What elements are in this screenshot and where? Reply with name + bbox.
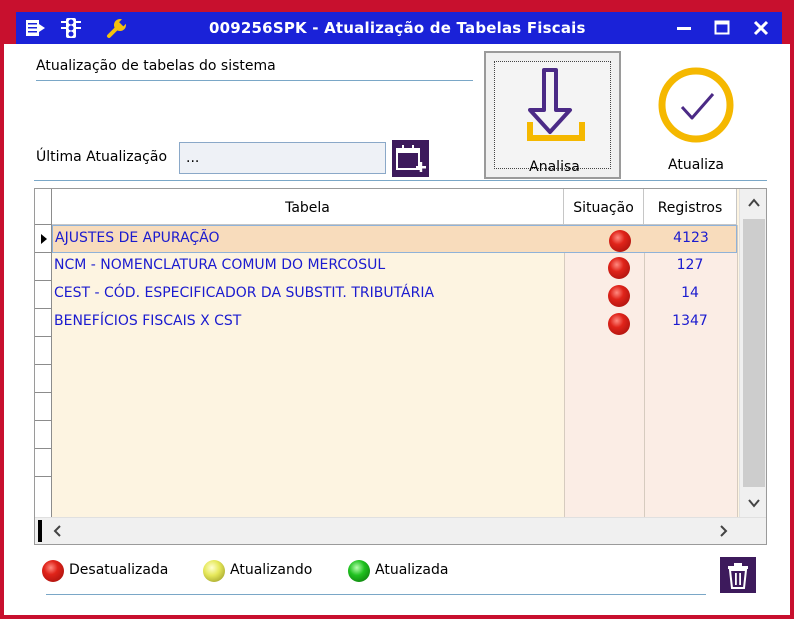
trash-icon: [728, 563, 748, 589]
column-header-registros[interactable]: Registros: [644, 189, 737, 225]
chevron-up-icon: [748, 198, 760, 207]
table-row[interactable]: NCM - NOMENCLATURA COMUM DO MERCOSUL 127: [52, 253, 737, 281]
app-window: 009256SPK - Atualização de Tabelas Fisca…: [0, 0, 794, 619]
title-bar-inner: 009256SPK - Atualização de Tabelas Fisca…: [16, 12, 782, 44]
table-row[interactable]: AJUSTES DE APURAÇÃO 4123: [52, 225, 737, 253]
cell-tabela: AJUSTES DE APURAÇÃO: [55, 230, 220, 246]
close-button[interactable]: [748, 15, 774, 41]
maximize-button[interactable]: [709, 15, 735, 41]
indicator-cell: [35, 253, 52, 281]
divider: [46, 594, 706, 595]
tables-grid[interactable]: Tabela Situação Registros AJUSTES DE APU…: [34, 188, 767, 545]
title-bar: 009256SPK - Atualização de Tabelas Fisca…: [4, 0, 790, 44]
table-row[interactable]: CEST - CÓD. ESPECIFICADOR DA SUBSTIT. TR…: [52, 281, 737, 309]
status-green-icon: [348, 560, 370, 582]
indicator-cell: [35, 225, 52, 253]
status-red-icon: [608, 313, 630, 335]
divider: [34, 180, 767, 181]
window-title: 009256SPK - Atualização de Tabelas Fisca…: [209, 19, 586, 37]
indicator-cell: [35, 449, 52, 477]
minimize-icon: [677, 27, 691, 30]
indicator-header: [35, 189, 52, 225]
indicator-cell: [35, 281, 52, 309]
status-red-icon: [609, 230, 631, 252]
status-red-icon: [42, 560, 64, 582]
calendar-add-button[interactable]: [392, 140, 429, 177]
legend-label: Atualizando: [230, 562, 313, 578]
indicator-cell: [35, 365, 52, 393]
table-row[interactable]: BENEFÍCIOS FISCAIS X CST 1347: [52, 309, 737, 337]
check-circle-icon: [658, 67, 734, 143]
current-row-arrow-icon: [41, 234, 47, 244]
scroll-down-button[interactable]: [740, 489, 766, 517]
chevron-left-icon: [53, 525, 61, 537]
vertical-scrollbar[interactable]: [739, 189, 766, 517]
atualiza-label: Atualiza: [668, 157, 724, 173]
last-update-label: Última Atualização: [36, 149, 168, 165]
indicator-cell: [35, 309, 52, 337]
maximize-icon: [714, 20, 730, 35]
indicator-cell: [35, 421, 52, 449]
status-red-icon: [608, 285, 630, 307]
chevron-right-icon: [720, 525, 728, 537]
legend-label: Atualizada: [375, 562, 449, 578]
divider: [36, 80, 473, 81]
indicator-cell: [35, 393, 52, 421]
cell-registros: 127: [676, 257, 704, 273]
cell-registros: 4123: [673, 230, 709, 246]
last-update-field[interactable]: ...: [179, 142, 386, 174]
grid-corner-marker: [38, 520, 42, 542]
chevron-down-icon: [748, 499, 760, 508]
cell-tabela: CEST - CÓD. ESPECIFICADOR DA SUBSTIT. TR…: [54, 285, 435, 301]
calendar-add-icon: [396, 145, 426, 172]
scroll-thumb[interactable]: [743, 219, 765, 487]
status-red-icon: [608, 257, 630, 279]
cell-tabela: BENEFÍCIOS FISCAIS X CST: [54, 313, 242, 329]
scroll-right-button[interactable]: [712, 520, 734, 542]
cell-registros: 1347: [672, 313, 708, 329]
column-divider: [737, 225, 738, 517]
row-indicator-column: [35, 189, 52, 517]
cell-tabela: NCM - NOMENCLATURA COMUM DO MERCOSUL: [54, 257, 386, 273]
menu-icon[interactable]: [24, 17, 46, 39]
horizontal-scrollbar[interactable]: [35, 517, 766, 544]
indicator-cell: [35, 477, 52, 517]
scroll-left-button[interactable]: [47, 520, 69, 542]
section-title: Atualização de tabelas do sistema: [36, 58, 276, 74]
traffic-light-icon[interactable]: [60, 17, 82, 39]
minimize-button[interactable]: [671, 15, 697, 41]
close-icon: [753, 20, 769, 36]
delete-button[interactable]: [720, 557, 756, 593]
wrench-icon[interactable]: [106, 17, 128, 39]
legend-label: Desatualizada: [69, 562, 169, 578]
column-header-tabela[interactable]: Tabela: [52, 189, 564, 225]
scroll-up-button[interactable]: [740, 189, 766, 217]
analisa-label: Analisa: [529, 159, 580, 175]
status-yellow-icon: [203, 560, 225, 582]
atualiza-button[interactable]: Atualiza: [646, 60, 746, 180]
indicator-cell: [35, 337, 52, 365]
cell-registros: 14: [681, 285, 699, 301]
analisa-button[interactable]: Analisa: [484, 51, 621, 179]
column-header-situacao[interactable]: Situação: [564, 189, 644, 225]
download-arrow-icon: [527, 68, 585, 141]
